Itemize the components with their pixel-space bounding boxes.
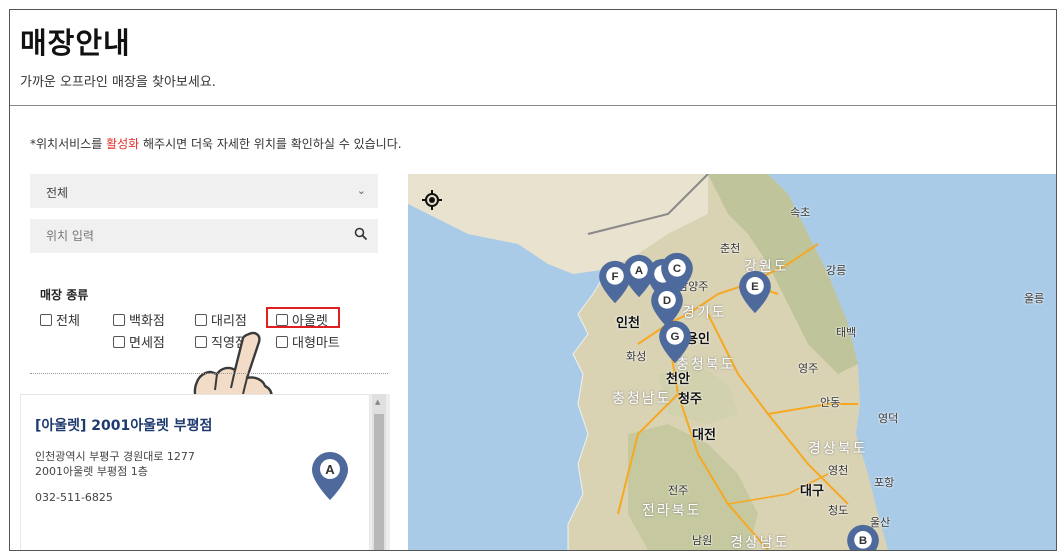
map-label: 대전 xyxy=(692,428,716,443)
store-address-line: 인천광역시 부평구 경원대로 1277 xyxy=(35,450,195,463)
checkbox-label: 면세점 xyxy=(129,336,165,351)
marker-letter: C xyxy=(673,263,681,275)
store-list[interactable]: [아울렛] 2001아울렛 부평점 인천광역시 부평구 경원대로 1277 20… xyxy=(20,394,390,550)
map-marker-icon[interactable]: A xyxy=(311,451,349,501)
chevron-down-icon: ⌄ xyxy=(356,184,366,197)
checkbox-agency[interactable]: 대리점 xyxy=(195,310,247,329)
map-label: 춘천 xyxy=(720,242,741,255)
checkbox-label: 대리점 xyxy=(211,314,247,329)
checkbox-box[interactable] xyxy=(113,336,125,348)
store-type-title: 매장 종류 xyxy=(40,288,89,302)
map-label: 경상남도 xyxy=(730,535,790,550)
map-label: 전라북도 xyxy=(642,503,702,519)
map-label: 경상북도 xyxy=(808,441,868,457)
store-address: 인천광역시 부평구 경원대로 1277 2001아울렛 부평점 1층 xyxy=(35,449,195,479)
map-label: 속초 xyxy=(790,206,811,219)
store-locator-page: 매장안내 가까운 오프라인 매장을 찾아보세요. *위치서비스를 활성화 해주시… xyxy=(9,9,1057,551)
list-scrollbar[interactable]: ▲ xyxy=(372,394,386,550)
marker-letter: A xyxy=(325,462,335,477)
region-select[interactable]: 전체 ⌄ xyxy=(30,174,378,208)
outlet-highlight-box xyxy=(266,307,340,328)
map-label: 대구 xyxy=(800,484,824,499)
map-label: 영덕 xyxy=(878,412,899,425)
map-marker-icon[interactable]: E xyxy=(738,270,772,314)
marker-letter: F xyxy=(612,271,619,283)
checkbox-label: 전체 xyxy=(56,314,80,329)
notice-prefix: *위치서비스를 xyxy=(30,137,107,151)
store-phone: 032-511-6825 xyxy=(35,491,113,504)
checkbox-label: 대형마트 xyxy=(292,336,340,351)
notice-highlight: 활성화 xyxy=(106,137,140,151)
map-label: 경기도 xyxy=(682,305,727,321)
store-address-line: 2001아울렛 부평점 1층 xyxy=(35,465,148,478)
store-map[interactable]: 속초 춘천 강원도 강릉 울릉 남양주 경기도 인천 용인 태백 화성 충청북도… xyxy=(408,174,1056,550)
marker-letter: A xyxy=(635,265,643,277)
scroll-thumb[interactable] xyxy=(374,414,384,550)
search-input[interactable] xyxy=(44,228,348,244)
map-label: 안동 xyxy=(820,396,841,409)
marker-letter: G xyxy=(671,331,680,343)
map-label: 전주 xyxy=(668,484,689,497)
scroll-up-icon[interactable]: ▲ xyxy=(375,398,380,406)
search-icon[interactable] xyxy=(354,227,368,241)
map-label: 청도 xyxy=(828,504,849,517)
marker-letter: D xyxy=(663,295,671,307)
map-label: 영주 xyxy=(798,362,819,375)
list-divider xyxy=(30,373,388,374)
checkbox-hypermarket[interactable]: 대형마트 xyxy=(276,332,340,351)
map-label: 인천 xyxy=(616,316,640,331)
checkbox-department[interactable]: 백화점 xyxy=(113,310,165,329)
checkbox-box[interactable] xyxy=(40,314,52,326)
map-label: 포항 xyxy=(874,476,895,489)
map-label: 충청남도 xyxy=(612,391,672,407)
divider xyxy=(10,105,1056,106)
map-marker-icon[interactable]: B xyxy=(846,524,880,550)
notice-suffix: 해주시면 더욱 자세한 위치를 확인하실 수 있습니다. xyxy=(139,137,402,151)
location-search xyxy=(30,219,378,253)
map-label: 영천 xyxy=(828,464,849,477)
marker-letter: E xyxy=(751,281,759,293)
store-name[interactable]: [아울렛] 2001아울렛 부평점 xyxy=(35,415,212,435)
map-label: 남원 xyxy=(692,534,713,547)
map-label: 청주 xyxy=(678,392,702,407)
map-label: 울릉 xyxy=(1024,292,1045,305)
page-subtitle: 가까운 오프라인 매장을 찾아보세요. xyxy=(20,75,216,90)
checkbox-box[interactable] xyxy=(113,314,125,326)
checkbox-label: 백화점 xyxy=(129,314,165,329)
my-location-icon[interactable] xyxy=(422,190,442,210)
map-label: 천안 xyxy=(666,372,690,387)
checkbox-box[interactable] xyxy=(195,314,207,326)
checkbox-all[interactable]: 전체 xyxy=(40,310,80,329)
store-card[interactable]: [아울렛] 2001아울렛 부평점 인천광역시 부평구 경원대로 1277 20… xyxy=(20,394,370,550)
location-notice: *위치서비스를 활성화 해주시면 더욱 자세한 위치를 확인하실 수 있습니다. xyxy=(30,135,402,152)
page-title: 매장안내 xyxy=(20,26,131,60)
checkbox-dutyfree[interactable]: 면세점 xyxy=(113,332,165,351)
map-label: 강릉 xyxy=(826,264,847,277)
map-marker-icon[interactable]: G xyxy=(658,320,692,364)
marker-letter: B xyxy=(859,535,867,547)
map-label: 태백 xyxy=(836,326,857,339)
region-select-value: 전체 xyxy=(46,186,69,200)
map-label: 화성 xyxy=(626,350,647,363)
